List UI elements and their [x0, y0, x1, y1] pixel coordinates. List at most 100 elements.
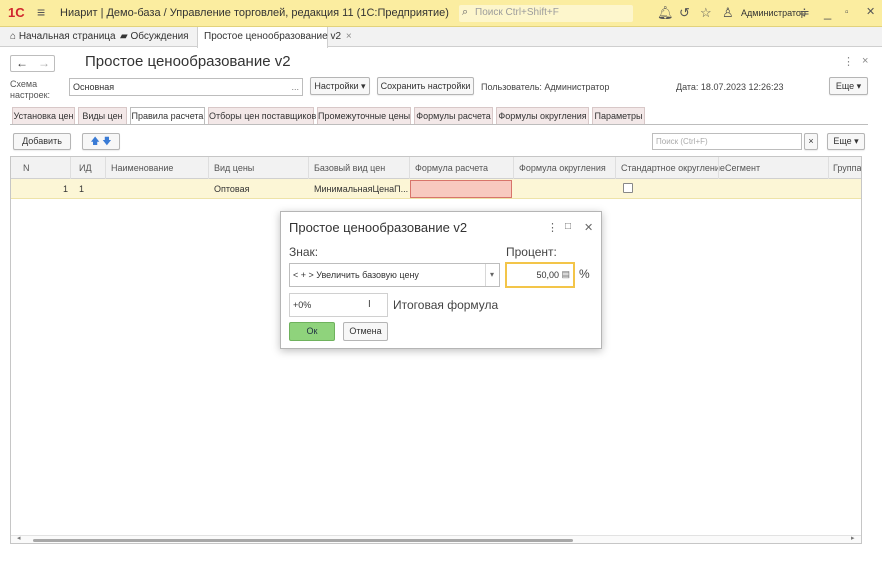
star-icon[interactable]: ☆	[700, 5, 712, 21]
col-separator	[718, 157, 719, 179]
tab-close-icon[interactable]: ×	[346, 31, 352, 42]
move-up-icon[interactable]: 🡅	[90, 136, 99, 146]
user-text: Пользователь: Администратор	[481, 82, 610, 92]
col-n[interactable]: N	[23, 163, 30, 173]
col-separator	[308, 157, 309, 179]
global-search-input[interactable]: ⌕ Поиск Ctrl+Shift+F	[459, 5, 633, 22]
cancel-button[interactable]: Отмена	[343, 322, 388, 341]
open-windows-tabs: ⌂ Начальная страница ▰ Обсуждения Просто…	[0, 27, 882, 48]
ok-button[interactable]: Ок	[289, 322, 335, 341]
scroll-right-icon[interactable]: ▸	[851, 534, 855, 542]
col-price-type[interactable]: Вид цены	[214, 163, 254, 173]
form-title: Простое ценообразование v2	[85, 53, 291, 70]
col-separator	[409, 157, 410, 179]
col-name[interactable]: Наименование	[111, 163, 173, 173]
tab-parameters[interactable]: Параметры	[592, 107, 645, 124]
dialog-maximize-icon[interactable]: □	[565, 221, 571, 232]
percent-input[interactable]: 50,00 ▤	[505, 262, 575, 288]
col-calc-formula[interactable]: Формула расчета	[415, 163, 488, 173]
forward-icon[interactable]: →	[38, 56, 50, 71]
tab-label: Простое ценообразование v2	[204, 31, 342, 42]
global-search-placeholder: Поиск Ctrl+Shift+F	[475, 7, 559, 18]
tab-supplier-filters[interactable]: Отборы цен поставщиков	[208, 107, 316, 124]
tab-rounding-formulas[interactable]: Формулы округления	[496, 107, 589, 124]
clear-search-icon[interactable]: ×	[804, 133, 818, 150]
table-row[interactable]: 1 1 Оптовая МинимальнаяЦенаП...	[11, 179, 861, 199]
title-bar: 1С ≡ Ниарит | Демо-база / Управление тор…	[0, 0, 882, 27]
app-logo: 1С	[8, 5, 25, 20]
menu-icon[interactable]: ≡	[37, 4, 45, 20]
user-name[interactable]: Администратор	[741, 8, 806, 18]
tab-price-setting[interactable]: Установка цен	[12, 107, 75, 124]
chevron-down-icon[interactable]: ▾	[490, 270, 494, 279]
move-buttons: 🡅 🡇	[82, 133, 120, 150]
tab-price-types[interactable]: Виды цен	[78, 107, 127, 124]
col-id[interactable]: ИД	[79, 163, 92, 173]
tab-label: Начальная страница	[18, 31, 116, 42]
cell-n: 1	[63, 184, 69, 194]
minimize-icon[interactable]: _	[824, 5, 831, 20]
move-down-icon[interactable]: 🡇	[102, 136, 111, 146]
restore-icon[interactable]: ▫	[845, 7, 849, 18]
settings-menu-icon[interactable]: ≑	[799, 5, 810, 21]
user-icon[interactable]: ♙	[722, 5, 734, 21]
more-button-label: Еще	[835, 81, 855, 91]
tab-pricing[interactable]: Простое ценообразование v2 ×	[197, 27, 352, 48]
percent-label: Процент:	[506, 245, 557, 259]
form-close-icon[interactable]: ×	[862, 55, 868, 67]
standard-rounding-checkbox[interactable]	[623, 183, 633, 193]
calculator-icon[interactable]: ▤	[561, 269, 570, 280]
table-more-button[interactable]: Еще ▾	[827, 133, 865, 150]
horizontal-scrollbar[interactable]: ◂ ▸	[11, 534, 861, 543]
settings-button[interactable]: Настройки ▾	[310, 77, 370, 95]
search-icon: ⌕	[462, 6, 469, 18]
schema-input[interactable]: Основная ...	[69, 78, 303, 96]
formula-value: +0%	[293, 300, 312, 310]
tab-calc-rules[interactable]: Правила расчета	[130, 107, 205, 125]
col-segment[interactable]: Сегмент	[725, 163, 760, 173]
sign-select[interactable]: < + > Увеличить базовую цену ▾	[289, 263, 500, 287]
more-options-icon[interactable]: ⋮	[843, 55, 854, 68]
tab-divider	[10, 124, 868, 125]
col-rounding-formula[interactable]: Формула округления	[519, 163, 606, 173]
pricing-dialog: Простое ценообразование v2 ⋮ □ ✕ Знак: П…	[280, 211, 602, 349]
tab-discussions[interactable]: ▰ Обсуждения	[114, 27, 189, 47]
dialog-title: Простое ценообразование v2	[289, 220, 468, 235]
tab-calc-formulas[interactable]: Формулы расчета	[414, 107, 493, 124]
bell-icon[interactable]: 🔔︎	[657, 5, 674, 21]
ellipsis-icon[interactable]: ...	[291, 79, 299, 95]
table-search-input[interactable]: Поиск (Ctrl+F)	[652, 133, 802, 150]
col-base-price-type[interactable]: Базовый вид цен	[314, 163, 385, 173]
more-button[interactable]: Еще ▾	[829, 77, 868, 95]
cell-calc-formula[interactable]	[410, 180, 512, 198]
tab-label: Обсуждения	[130, 31, 189, 42]
select-divider	[485, 264, 486, 286]
settings-button-label: Настройки	[314, 81, 359, 91]
scroll-left-icon[interactable]: ◂	[17, 534, 21, 542]
add-button[interactable]: Добавить	[13, 133, 71, 150]
col-separator	[208, 157, 209, 179]
back-icon[interactable]: ←	[16, 56, 28, 71]
cell-price-type[interactable]: Оптовая	[214, 184, 249, 194]
table-more-label: Еще	[833, 136, 852, 146]
cell-base-price-type[interactable]: МинимальнаяЦенаП...	[314, 184, 408, 194]
col-separator	[105, 157, 106, 179]
col-separator	[828, 157, 829, 179]
schema-value: Основная	[73, 82, 115, 92]
col-standard-rounding[interactable]: Стандартное округление	[621, 163, 725, 173]
close-icon[interactable]: ✕	[866, 5, 875, 18]
save-settings-button[interactable]: Сохранить настройки	[377, 77, 474, 95]
scroll-thumb[interactable]	[33, 539, 573, 542]
col-separator	[70, 157, 71, 179]
history-icon[interactable]: ↺	[679, 5, 690, 21]
table-header: N ИД Наименование Вид цены Базовый вид ц…	[11, 157, 861, 179]
col-group[interactable]: Группа	[833, 163, 861, 173]
cell-id: 1	[79, 184, 85, 194]
dialog-close-icon[interactable]: ✕	[584, 221, 593, 234]
formula-field[interactable]: +0% I	[289, 293, 388, 317]
save-settings-label: Сохранить настройки	[380, 81, 471, 91]
formula-label: Итоговая формула	[393, 298, 499, 312]
dialog-more-icon[interactable]: ⋮	[547, 221, 558, 234]
tab-home[interactable]: ⌂ Начальная страница	[4, 27, 116, 47]
tab-intermediate-prices[interactable]: Промежуточные цены	[317, 107, 411, 124]
